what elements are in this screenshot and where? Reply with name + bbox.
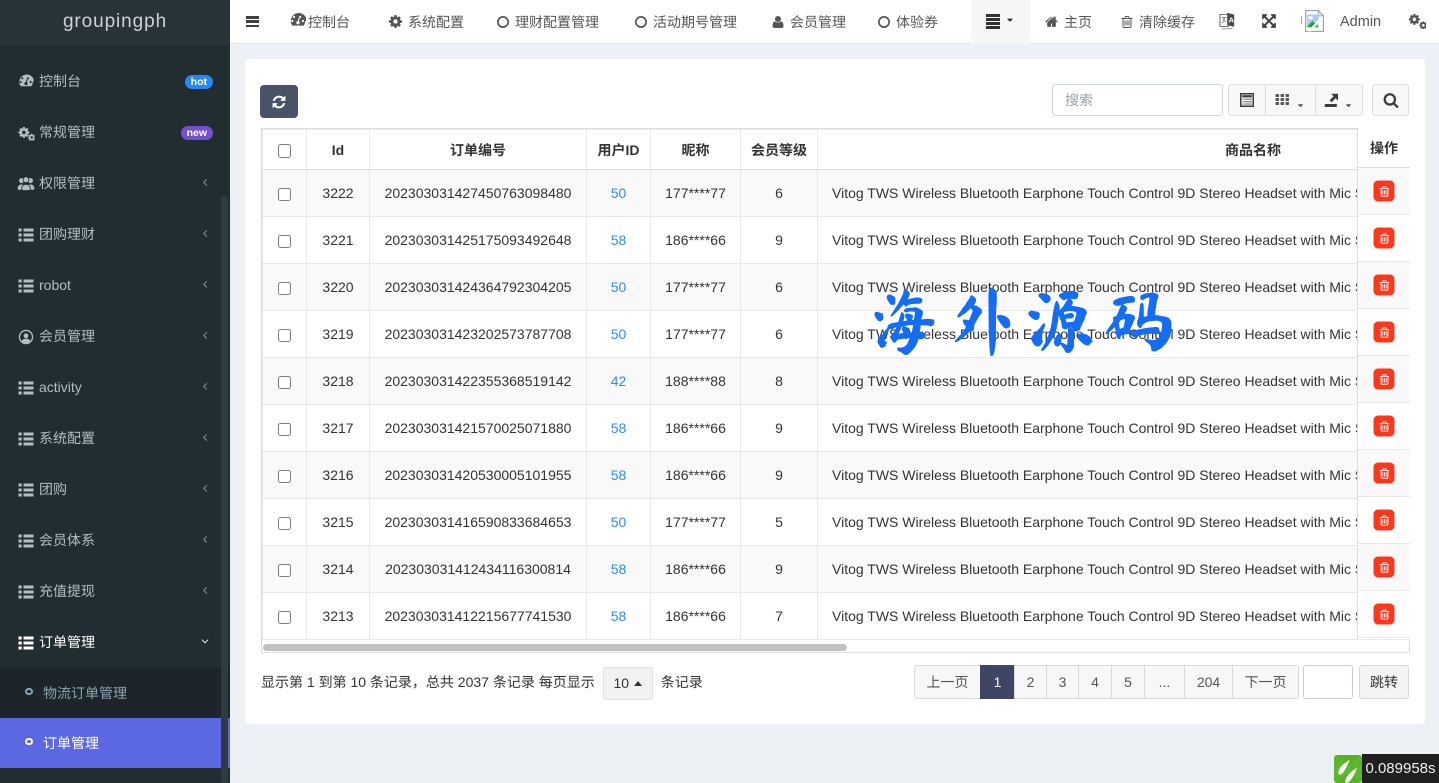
svg-text:A: A (1229, 16, 1235, 25)
